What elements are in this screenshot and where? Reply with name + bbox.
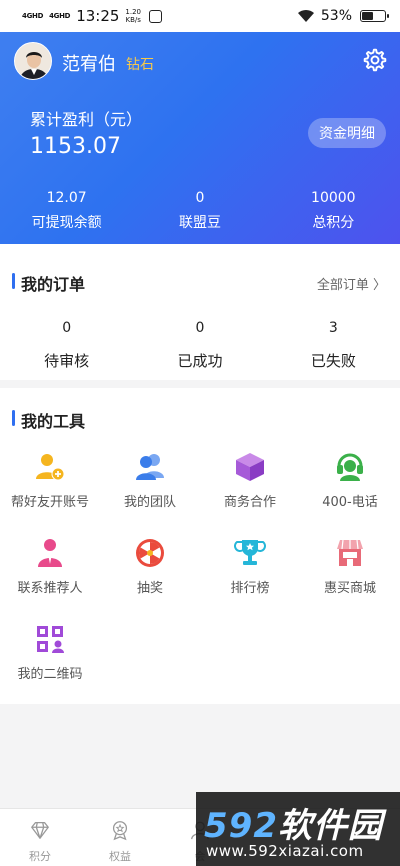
stat-total-points[interactable]: 10000 总积分: [267, 190, 400, 232]
order-status-label: 待审核: [44, 352, 90, 370]
trophy-icon: [233, 536, 267, 570]
wifi-icon: [297, 9, 314, 22]
tool-business-cooperation[interactable]: 商务合作: [200, 450, 300, 536]
order-count: 3: [328, 320, 338, 336]
stat-value: 0: [195, 190, 205, 206]
watermark-logo-text: 软件园: [277, 806, 383, 846]
medal-icon: [112, 821, 128, 841]
contact-person-icon: [33, 536, 67, 570]
tool-label: 我的团队: [123, 495, 176, 510]
stat-value: 12.07: [46, 190, 87, 206]
member-level-badge: 钻石: [126, 57, 154, 73]
funds-detail-button[interactable]: 资金明细: [308, 118, 386, 148]
order-status-pending[interactable]: 0 待审核: [0, 320, 133, 371]
settings-gear-icon[interactable]: [362, 47, 388, 73]
clock: 13:25: [76, 7, 120, 25]
tool-label: 400-电话: [322, 495, 378, 510]
battery-icon: [360, 10, 389, 22]
lottery-wheel-icon: [133, 536, 167, 570]
diamond-icon: [31, 822, 49, 839]
tool-lottery[interactable]: 抽奖: [100, 536, 200, 622]
orders-card: 我的订单 全部订单 〉 0 待审核 0 已成功 3 已失败: [0, 244, 400, 380]
orders-section-title: 我的订单: [12, 271, 85, 295]
order-status-row: 0 待审核 0 已成功 3 已失败: [0, 320, 400, 371]
team-icon: [133, 450, 167, 484]
avatar-portrait-icon: [15, 43, 51, 79]
stat-label: 联盟豆: [178, 215, 221, 231]
watermark-overlay: 592软件园 www.592xiazai.com: [196, 792, 400, 866]
battery-fill: [362, 12, 373, 20]
tool-label: 抽奖: [136, 581, 163, 596]
stat-withdrawable-balance[interactable]: 12.07 可提现余额: [0, 190, 133, 232]
stat-label: 可提现余额: [31, 215, 102, 231]
shop-icon: [333, 536, 367, 570]
tools-card: 我的工具 帮好友开账号 我的团队 商务合作 400-电话 联系推荐人 抽奖 排行…: [0, 388, 400, 704]
tool-contact-referrer[interactable]: 联系推荐人: [0, 536, 100, 622]
watermark-logo-number: 592: [204, 806, 278, 846]
tool-label: 惠买商城: [323, 581, 376, 596]
username: 范宥伯: [62, 54, 116, 75]
tool-label: 联系推荐人: [17, 581, 83, 596]
network-speed-unit: KB/s: [125, 16, 141, 24]
tool-label: 帮好友开账号: [10, 495, 89, 510]
avatar[interactable]: [14, 42, 52, 80]
order-status-success[interactable]: 0 已成功: [133, 320, 266, 371]
tool-phone-400[interactable]: 400-电话: [300, 450, 400, 536]
order-count: 0: [62, 320, 72, 336]
tab-rights[interactable]: 权益: [80, 809, 160, 866]
total-profit-label: 累计盈利（元）: [30, 110, 143, 129]
watermark-site: www.592xiazai.com: [206, 842, 364, 860]
tools-section-title: 我的工具: [12, 408, 85, 432]
account-stats: 12.07 可提现余额 0 联盟豆 10000 总积分: [0, 190, 400, 232]
stat-alliance-beans[interactable]: 0 联盟豆: [133, 190, 266, 232]
watermark-logo: 592软件园: [204, 798, 383, 847]
tool-my-qrcode[interactable]: 我的二维码: [0, 622, 100, 708]
tool-label: 商务合作: [223, 495, 276, 510]
network-speed-value: 1.20: [125, 8, 142, 16]
total-profit-value: 1153.07: [30, 134, 121, 159]
notification-icon: [149, 9, 163, 23]
tool-my-team[interactable]: 我的团队: [100, 450, 200, 536]
tab-points[interactable]: 积分: [0, 809, 80, 866]
profile-header: 范宥伯 钻石 累计盈利（元） 1153.07 资金明细 12.07 可提现余额 …: [0, 32, 400, 244]
tool-label: 我的二维码: [17, 667, 83, 682]
all-orders-link[interactable]: 全部订单 〉: [317, 274, 386, 293]
signal-indicator-2: 4GHD: [49, 12, 71, 20]
tab-label: 积分: [29, 850, 51, 863]
order-status-label: 已成功: [177, 352, 223, 370]
battery-percent: 53%: [320, 8, 352, 24]
stat-label: 总积分: [312, 215, 355, 231]
status-bar: 4GHD 4GHD 13:25 1.20 KB/s 53%: [0, 0, 400, 32]
order-status-failed[interactable]: 3 已失败: [267, 320, 400, 371]
qrcode-icon: [33, 622, 67, 656]
tool-grid: 帮好友开账号 我的团队 商务合作 400-电话 联系推荐人 抽奖 排行榜 惠买商…: [0, 450, 400, 708]
network-speed: 1.20 KB/s: [125, 8, 141, 24]
order-status-label: 已失败: [310, 352, 356, 370]
stat-value: 10000: [311, 190, 356, 206]
tool-open-friend-account[interactable]: 帮好友开账号: [0, 450, 100, 536]
tab-label: 权益: [109, 850, 131, 863]
tool-mall[interactable]: 惠买商城: [300, 536, 400, 622]
add-user-icon: [33, 450, 67, 484]
signal-indicator-1: 4GHD: [22, 12, 44, 20]
tool-label: 排行榜: [230, 581, 270, 596]
order-count: 0: [195, 320, 205, 336]
tool-leaderboard[interactable]: 排行榜: [200, 536, 300, 622]
headset-icon: [333, 450, 367, 484]
box-icon: [233, 450, 267, 484]
